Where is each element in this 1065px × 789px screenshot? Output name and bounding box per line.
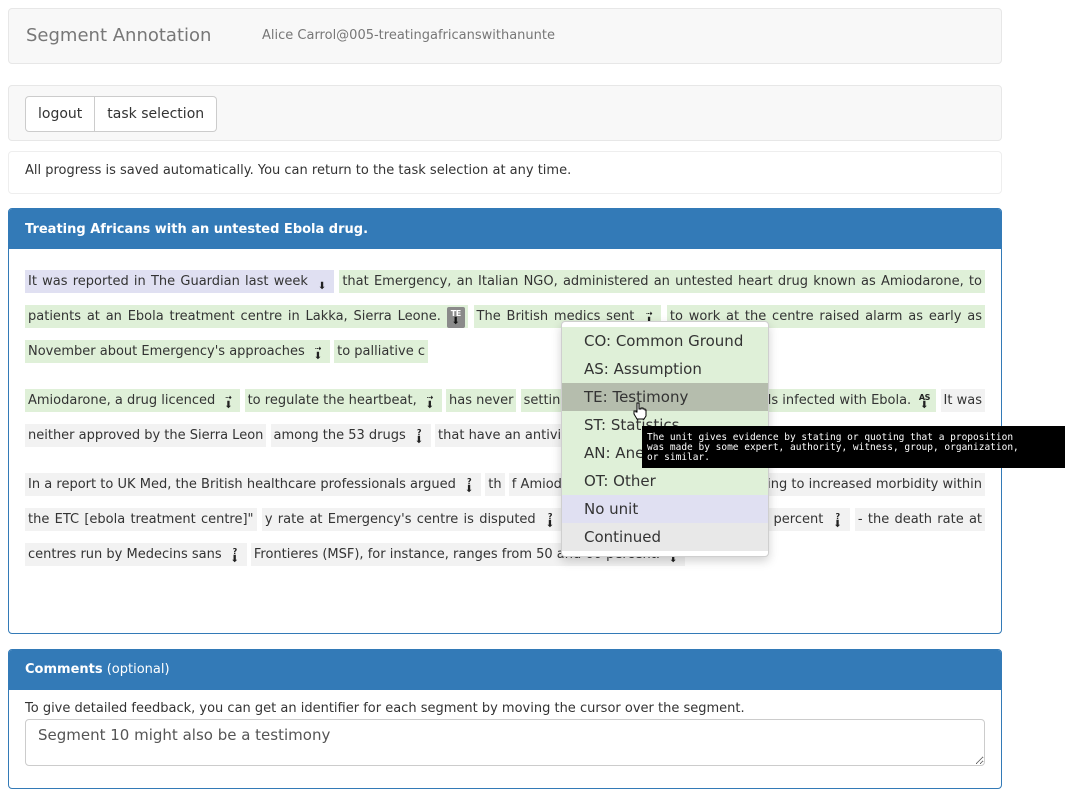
dropdown-option-testimony[interactable]: TE: Testimony [562,383,768,411]
document-body: It was reported in The Guardian last wee… [9,249,1001,572]
document-title: Treating Africans with an untested Ebola… [9,209,1001,249]
hand-cursor-icon [633,402,647,420]
dropdown-option-other[interactable]: OT: Other [562,467,768,495]
segment-marker-dropdown-icon[interactable]: ?⬇ [410,427,428,446]
segment-type-marker-icon[interactable]: TE ⬇ [446,307,465,328]
segment-marker-dropdown-icon[interactable]: ?⬇ [460,476,478,495]
user-label: Alice Carrol@005-treatingafricanswithanu… [262,28,555,43]
segment[interactable]: among the 53 drugs ? ⬇ [270,424,431,447]
segment[interactable]: th [485,473,505,496]
autosave-notice: All progress is saved automatically. You… [8,151,1002,194]
segment[interactable]: Amiodarone, a drug licenced ⇢ ⬇ [25,389,241,412]
segment[interactable]: In a report to UK Med, the British healt… [25,473,482,496]
comments-heading: Comments (optional) [9,650,1001,690]
testimony-tooltip: The unit gives evidence by stating or qu… [642,426,1065,468]
comments-optional-label: (optional) [106,662,170,677]
nav-bar: logout task selection [8,85,1002,141]
comments-panel: Comments (optional) To give detailed fee… [8,649,1002,789]
segment-marker-dropdown-icon[interactable]: ?⬇ [541,511,559,530]
app-title[interactable]: Segment Annotation [26,25,211,46]
segment-marker-dropdown-icon[interactable]: ⬇ [313,273,331,292]
segment[interactable]: to palliative c [334,340,428,363]
paragraph-3: In a report to UK Med, the British healt… [25,467,986,572]
document-panel: Treating Africans with an untested Ebola… [8,208,1002,634]
segment[interactable]: It was reported in The Guardian last wee… [25,270,335,293]
segment-type-marker-icon[interactable]: AS ⬇ [915,392,933,411]
segment[interactable]: y rate at Emergency's centre is disputed… [261,508,562,531]
nav-button-group: logout task selection [25,96,218,132]
segment-marker-dropdown-icon[interactable]: ⇢⬇ [421,392,439,411]
comments-textarea[interactable]: Segment 10 might also be a testimony [25,719,985,766]
dropdown-option-continued[interactable]: Continued [562,523,768,551]
dropdown-option-no-unit[interactable]: No unit [562,495,768,523]
segment[interactable]: has never [446,389,517,412]
segment-marker-dropdown-icon[interactable]: ⇢⬇ [219,392,237,411]
dropdown-option-assumption[interactable]: AS: Assumption [562,355,768,383]
app-header: Segment Annotation Alice Carrol@005-trea… [8,8,1002,64]
comments-heading-label: Comments [25,662,103,677]
comments-help-text: To give detailed feedback, you can get a… [25,701,745,716]
segment[interactable]: to regulate the heartbeat, ⇢ ⬇ [244,389,442,412]
dropdown-option-common-ground[interactable]: CO: Common Ground [562,327,768,355]
autosave-notice-text: All progress is saved automatically. You… [25,163,572,178]
segment-marker-dropdown-icon[interactable]: ?⬇ [829,511,847,530]
task-selection-button[interactable]: task selection [95,96,218,132]
paragraph-1: It was reported in The Guardian last wee… [25,264,985,369]
segment-marker-dropdown-icon[interactable]: ⇢⬇ [309,343,327,362]
logout-button[interactable]: logout [25,96,96,132]
segment-marker-dropdown-icon[interactable]: ?⬇ [226,546,244,565]
